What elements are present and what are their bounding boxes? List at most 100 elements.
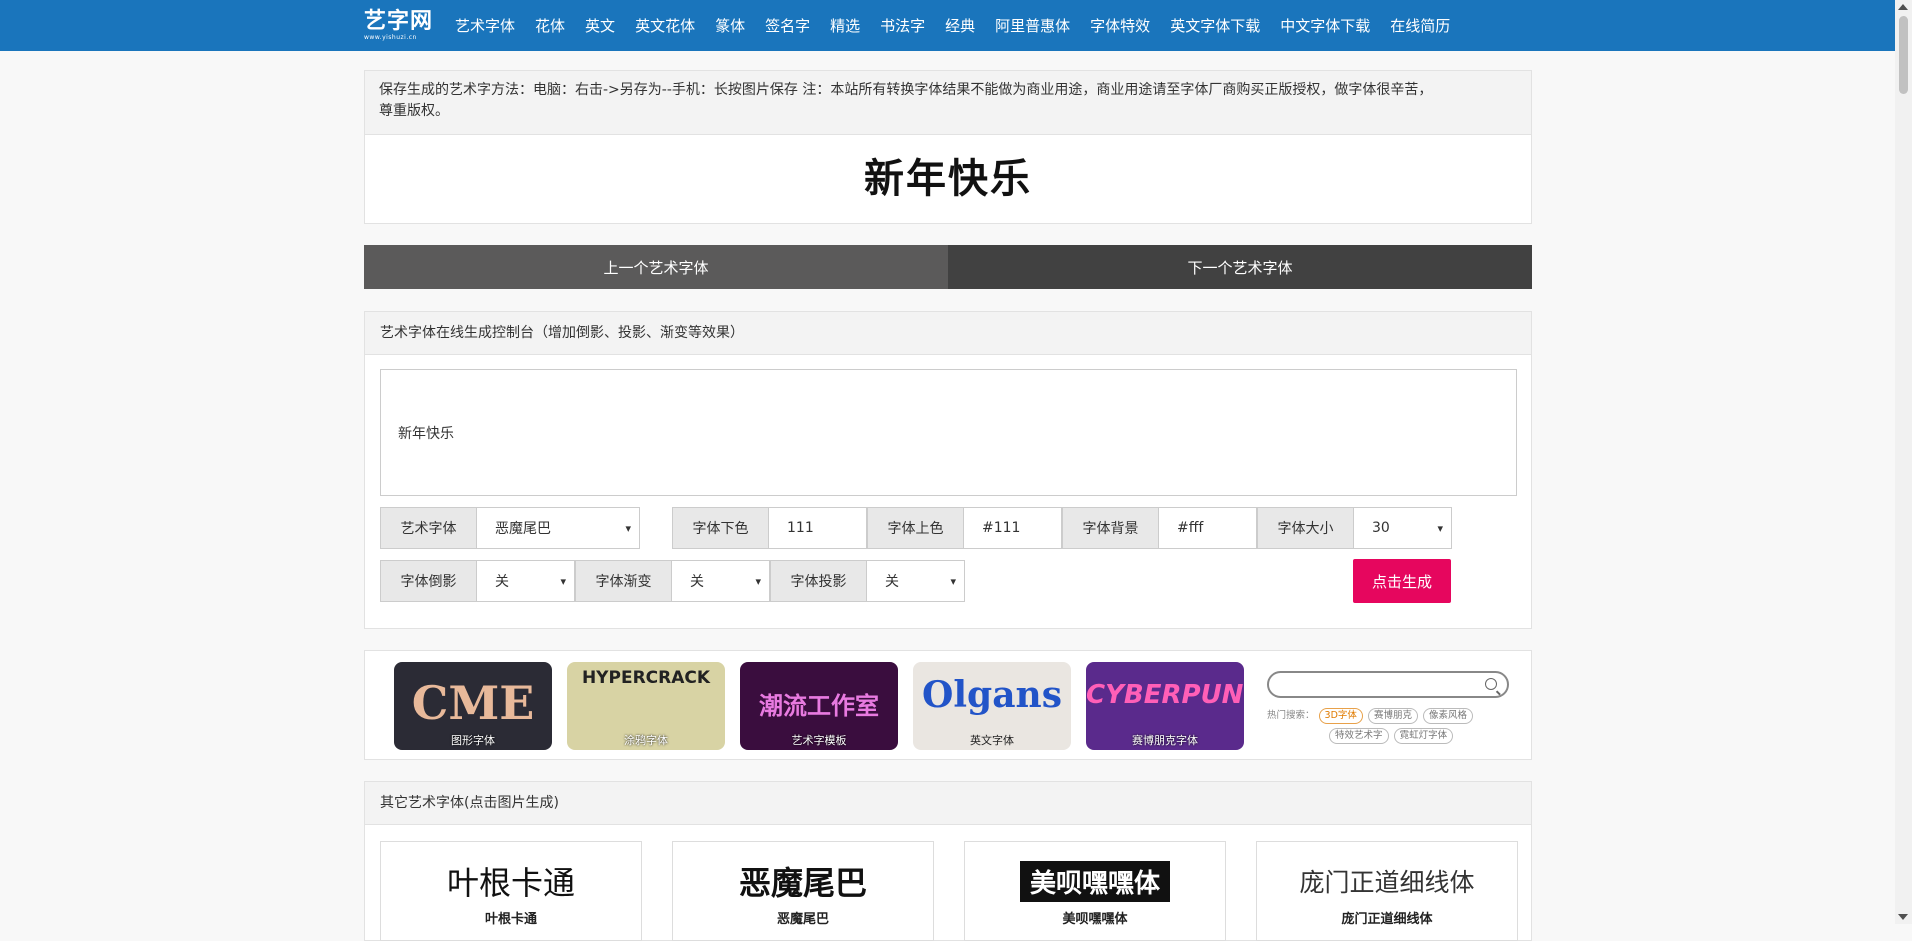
notice-line-2: 尊重版权。 [379,103,449,119]
font-card[interactable]: 美呗嘿嘿体 美呗嘿嘿体 [964,841,1226,941]
notice-line-1: 保存生成的艺术字方法：电脑：右击->另存为--手机：长按图片保存 注：本站所有转… [379,82,1433,98]
font-size-select[interactable]: 30 ▾ [1354,507,1452,549]
top-color-group: 字体上色 #111 [867,507,1062,549]
top-navbar: 艺字网 www.yishuzi.cn 艺术字体 花体 英文 英文花体 篆体 签名… [0,0,1912,51]
nav-item-花体[interactable]: 花体 [535,15,565,36]
nav-menu: 艺术字体 花体 英文 英文花体 篆体 签名字 精选 书法字 经典 阿里普惠体 字… [445,15,1460,36]
bottom-color-input[interactable]: 111 [769,507,867,549]
promo-english-fonts[interactable]: Olgans 英文字体 [913,662,1071,750]
logo-text: 艺字网 [364,9,434,34]
promo-caption: 英文字体 [970,734,1014,747]
font-card[interactable]: 恶魔尾巴 恶魔尾巴 [672,841,934,941]
hot-searches: 热门搜索： 3D字体 赛博朋克 像素风格 特效艺术字 霓虹灯字体 [1267,706,1512,746]
font-card-name: 叶根卡通 [484,912,537,927]
font-preview-image[interactable]: 新年快乐 [365,135,1531,223]
prev-font-button[interactable]: 上一个艺术字体 [364,245,948,289]
hot-tag[interactable]: 霓虹灯字体 [1393,728,1454,744]
shadow-value: 关 [885,574,899,590]
nav-item-精选[interactable]: 精选 [830,15,860,36]
logo-url: www.yishuzi.cn [364,34,417,41]
promo-banner: CME 图形字体 HYPERCRACK 涂鸦字体 潮流工作室 艺术字模板 Olg… [364,650,1532,760]
promo-art: HYPERCRACK [581,668,711,688]
top-color-input[interactable]: #111 [964,507,1062,549]
nav-item-字体特效[interactable]: 字体特效 [1090,15,1150,36]
search-input[interactable] [1267,671,1509,698]
font-sample: 美呗嘿嘿体 [1019,860,1170,902]
promo-art: CME [411,676,535,730]
promo-art: 潮流工作室 [759,692,879,720]
promo-art-templates[interactable]: 潮流工作室 艺术字模板 [740,662,898,750]
font-label: 艺术字体 [380,507,477,549]
scroll-down-icon[interactable] [1898,914,1908,920]
promo-cyberpunk-fonts[interactable]: CYBERPUNK 赛博朋克字体 [1086,662,1244,750]
font-select-group: 艺术字体 恶魔尾巴 ▾ [380,507,640,549]
console-title: 艺术字体在线生成控制台（增加倒影、投影、渐变等效果） [365,312,1531,355]
promo-graphic-fonts[interactable]: CME 图形字体 [394,662,552,750]
promo-graffiti-fonts[interactable]: HYPERCRACK 涂鸦字体 [567,662,725,750]
nav-item-英文花体[interactable]: 英文花体 [635,15,695,36]
font-sample: 叶根卡通 [446,864,575,902]
reflection-select[interactable]: 关 ▾ [477,560,575,602]
nav-item-签名字[interactable]: 签名字 [765,15,810,36]
font-card-name: 恶魔尾巴 [776,912,829,927]
vertical-scrollbar[interactable] [1895,0,1912,924]
reflection-label: 字体倒影 [380,560,477,602]
nav-item-篆体[interactable]: 篆体 [715,15,745,36]
shadow-select[interactable]: 关 ▾ [867,560,965,602]
generate-button[interactable]: 点击生成 [1353,559,1451,603]
scroll-up-icon[interactable] [1898,4,1908,10]
chevron-down-icon: ▾ [950,574,956,588]
reflection-group: 字体倒影 关 ▾ [380,560,575,602]
promo-caption: 赛博朋克字体 [1132,734,1198,747]
nav-item-经典[interactable]: 经典 [945,15,975,36]
nav-item-英文字体下载[interactable]: 英文字体下载 [1170,15,1260,36]
font-card-name: 美呗嘿嘿体 [1062,912,1128,927]
site-logo[interactable]: 艺字网 www.yishuzi.cn [364,9,434,42]
next-font-button[interactable]: 下一个艺术字体 [948,245,1532,289]
scroll-thumb[interactable] [1899,16,1908,94]
nav-item-在线简历[interactable]: 在线简历 [1390,15,1450,36]
top-color-label: 字体上色 [867,507,964,549]
hot-search-label: 热门搜索： [1267,710,1315,721]
shadow-label: 字体投影 [770,560,867,602]
font-card[interactable]: 叶根卡通 叶根卡通 [380,841,642,941]
nav-item-艺术字体[interactable]: 艺术字体 [455,15,515,36]
chevron-down-icon: ▾ [560,574,566,588]
chevron-down-icon: ▾ [625,521,631,535]
hot-tag[interactable]: 赛博朋克 [1367,708,1418,724]
hot-tag[interactable]: 像素风格 [1423,708,1474,724]
other-fonts-panel: 其它艺术字体(点击图片生成) 叶根卡通 叶根卡通 恶魔尾巴 恶魔尾巴 美呗嘿嘿体… [364,781,1532,941]
font-sample-wrap: 美呗嘿嘿体 [965,860,1225,902]
hot-tag[interactable]: 3D字体 [1318,708,1363,724]
nav-item-英文[interactable]: 英文 [585,15,615,36]
nav-item-中文字体下载[interactable]: 中文字体下载 [1280,15,1370,36]
promo-art: Olgans [922,674,1062,716]
promo-caption: 艺术字模板 [791,734,847,747]
font-size-label: 字体大小 [1257,507,1354,549]
promo-caption: 涂鸦字体 [624,734,668,747]
font-card[interactable]: 庞门正道细线体 庞门正道细线体 [1256,841,1518,941]
font-sample: 恶魔尾巴 [738,864,867,902]
nav-item-书法字[interactable]: 书法字 [880,15,925,36]
notice-panel: 保存生成的艺术字方法：电脑：右击->另存为--手机：长按图片保存 注：本站所有转… [364,70,1532,224]
font-select-value: 恶魔尾巴 [495,521,551,537]
text-input[interactable]: 新年快乐 [380,369,1517,496]
promo-caption: 图形字体 [451,734,495,747]
font-card-name: 庞门正道细线体 [1341,912,1433,927]
hot-tag[interactable]: 特效艺术字 [1329,728,1389,744]
nav-item-阿里普惠体[interactable]: 阿里普惠体 [995,15,1070,36]
shadow-group: 字体投影 关 ▾ [770,560,965,602]
gradient-select[interactable]: 关 ▾ [672,560,770,602]
chevron-down-icon: ▾ [755,574,761,588]
chevron-down-icon: ▾ [1437,521,1443,535]
font-select[interactable]: 恶魔尾巴 ▾ [477,507,640,549]
bg-color-input[interactable]: #fff [1159,507,1257,549]
reflection-value: 关 [495,574,509,590]
font-sample: 庞门正道细线体 [1299,868,1475,897]
gradient-group: 字体渐变 关 ▾ [575,560,770,602]
bottom-color-label: 字体下色 [672,507,769,549]
gradient-value: 关 [690,574,704,590]
search-icon[interactable] [1485,678,1497,690]
generator-console: 艺术字体在线生成控制台（增加倒影、投影、渐变等效果） 新年快乐 艺术字体 恶魔尾… [364,311,1532,629]
bg-color-label: 字体背景 [1062,507,1159,549]
